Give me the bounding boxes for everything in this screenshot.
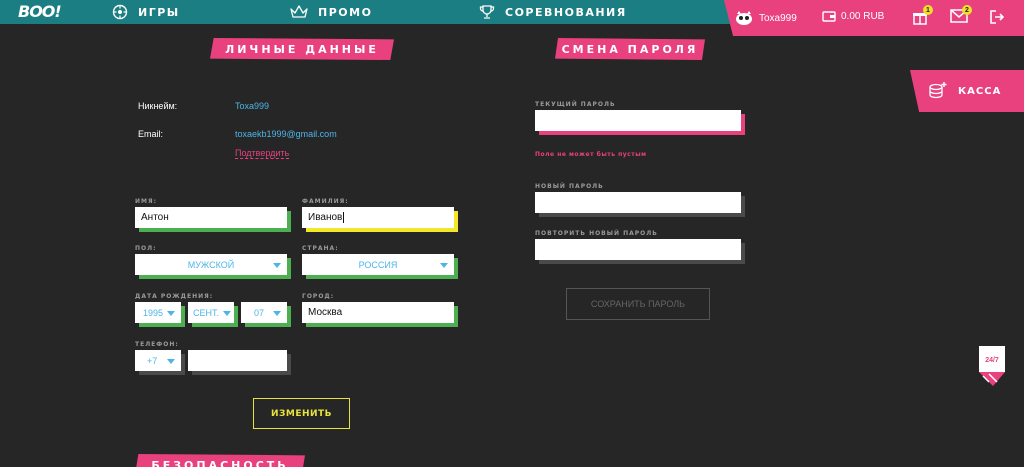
email-label: Email: bbox=[138, 129, 164, 139]
confirm-email-link[interactable]: Подтвердить bbox=[235, 148, 290, 159]
country-select[interactable]: РОССИЯ bbox=[302, 254, 454, 275]
support-label: 24/7 bbox=[985, 357, 999, 364]
balance-link[interactable]: 0.00 RUB bbox=[822, 10, 884, 22]
chevron-down-icon bbox=[273, 310, 281, 316]
country-value: РОССИЯ bbox=[358, 259, 398, 270]
birth-day-select[interactable]: 07 bbox=[241, 302, 287, 323]
user-profile-link[interactable]: Toxa999 bbox=[734, 10, 797, 26]
birth-month-select[interactable]: СЕНТ. bbox=[188, 302, 234, 323]
phone-code-select[interactable]: +7 bbox=[135, 350, 181, 371]
security-title: БЕЗОПАСНОСТЬ bbox=[135, 454, 305, 467]
cashier-button[interactable]: КАССА bbox=[910, 70, 1024, 112]
current-password-wrap bbox=[535, 110, 745, 135]
city-input[interactable]: Москва bbox=[302, 302, 454, 323]
current-password-label: ТЕКУЩИЙ ПАРОЛЬ bbox=[535, 101, 616, 108]
save-password-button[interactable]: СОХРАНИТЬ ПАРОЛЬ bbox=[566, 288, 710, 320]
username: Toxa999 bbox=[759, 12, 797, 24]
birth-month-wrap: СЕНТ. bbox=[188, 302, 238, 327]
repeat-password-label: ПОВТОРИТЬ НОВЫЙ ПАРОЛЬ bbox=[535, 230, 658, 237]
logout-icon bbox=[990, 10, 1004, 24]
text-caret bbox=[343, 212, 345, 223]
birth-year-select[interactable]: 1995 bbox=[135, 302, 181, 323]
gifts-badge: 1 bbox=[923, 5, 933, 15]
user-panel: Toxa999 0.00 RUB 1 2 bbox=[724, 0, 1024, 36]
birth-day-wrap: 07 bbox=[241, 302, 291, 327]
country-label: СТРАНА: bbox=[302, 245, 339, 252]
city-field-wrap: Москва bbox=[302, 302, 458, 327]
avatar-icon bbox=[736, 11, 752, 25]
gender-label: ПОЛ: bbox=[135, 245, 157, 252]
games-icon bbox=[112, 4, 128, 20]
chevron-down-icon bbox=[440, 262, 448, 268]
birth-year-value: 1995 bbox=[143, 307, 164, 318]
phone-label: ТЕЛЕФОН: bbox=[135, 341, 179, 348]
chevron-down-icon bbox=[167, 358, 175, 364]
nickname-label: Никнейм: bbox=[138, 101, 178, 111]
last-name-value: Иванов bbox=[308, 212, 343, 223]
phone-field-wrap bbox=[188, 350, 291, 375]
phone-input[interactable] bbox=[188, 350, 287, 371]
first-name-field-wrap: Антон bbox=[135, 207, 291, 232]
last-name-input[interactable]: Иванов bbox=[302, 207, 454, 228]
chevron-down-icon bbox=[223, 310, 231, 316]
crown-icon bbox=[290, 5, 308, 18]
phone-code-wrap: +7 bbox=[135, 350, 185, 375]
gender-field-wrap: МУЖСКОЙ bbox=[135, 254, 291, 279]
nickname-value: Toxa999 bbox=[235, 101, 270, 111]
messages-badge: 2 bbox=[962, 5, 972, 15]
personal-data-title: ЛИЧНЫЕ ДАННЫЕ bbox=[210, 38, 394, 60]
current-password-error: Поле не может быть пустым bbox=[535, 151, 647, 158]
brand-logo[interactable]: BOO! bbox=[18, 2, 62, 21]
chevron-down-icon bbox=[167, 310, 175, 316]
last-name-field-wrap: Иванов bbox=[302, 207, 458, 232]
nav-item-competitions[interactable]: СОРЕВНОВАНИЯ bbox=[479, 3, 627, 21]
chat-support-icon: 24/7 bbox=[979, 346, 1005, 386]
gender-value: МУЖСКОЙ bbox=[187, 259, 235, 270]
nav-item-games[interactable]: ИГРЫ bbox=[112, 3, 180, 21]
country-field-wrap: РОССИЯ bbox=[302, 254, 458, 279]
new-password-wrap bbox=[535, 192, 745, 217]
logout-button[interactable] bbox=[990, 10, 1009, 24]
cashier-label: КАССА bbox=[958, 85, 1002, 97]
current-password-input[interactable] bbox=[535, 110, 741, 131]
first-name-label: ИМЯ: bbox=[135, 198, 158, 205]
repeat-password-input[interactable] bbox=[535, 239, 741, 260]
messages-button[interactable]: 2 bbox=[950, 5, 973, 23]
chevron-down-icon bbox=[273, 262, 281, 268]
birth-day-value: 07 bbox=[254, 307, 265, 318]
coins-icon bbox=[929, 82, 947, 99]
nav-item-promo[interactable]: ПРОМО bbox=[290, 3, 372, 21]
birthdate-label: ДАТА РОЖДЕНИЯ: bbox=[135, 293, 214, 300]
change-button[interactable]: ИЗМЕНИТЬ bbox=[253, 398, 350, 429]
birth-month-value: СЕНТ. bbox=[193, 307, 220, 318]
last-name-label: ФАМИЛИЯ: bbox=[302, 198, 349, 205]
email-value: toxaekb1999@gmail.com bbox=[235, 129, 337, 139]
city-label: ГОРОД: bbox=[302, 293, 335, 300]
password-change-title: СМЕНА ПАРОЛЯ bbox=[555, 38, 705, 60]
new-password-input[interactable] bbox=[535, 192, 741, 213]
phone-code-value: +7 bbox=[147, 355, 158, 366]
balance-amount: 0.00 RUB bbox=[841, 10, 885, 22]
gifts-button[interactable]: 1 bbox=[912, 5, 933, 25]
wallet-icon bbox=[822, 11, 836, 22]
gender-select[interactable]: МУЖСКОЙ bbox=[135, 254, 287, 275]
new-password-label: НОВЫЙ ПАРОЛЬ bbox=[535, 183, 604, 190]
first-name-input[interactable]: Антон bbox=[135, 207, 287, 228]
nav-item-label: ПРОМО bbox=[318, 5, 373, 19]
nav-item-label: СОРЕВНОВАНИЯ bbox=[505, 5, 627, 19]
nav-item-label: ИГРЫ bbox=[138, 5, 180, 19]
birth-year-wrap: 1995 bbox=[135, 302, 185, 327]
repeat-password-wrap bbox=[535, 239, 745, 264]
support-chat-button[interactable]: 24/7 bbox=[979, 346, 1005, 386]
trophy-icon bbox=[479, 5, 495, 19]
